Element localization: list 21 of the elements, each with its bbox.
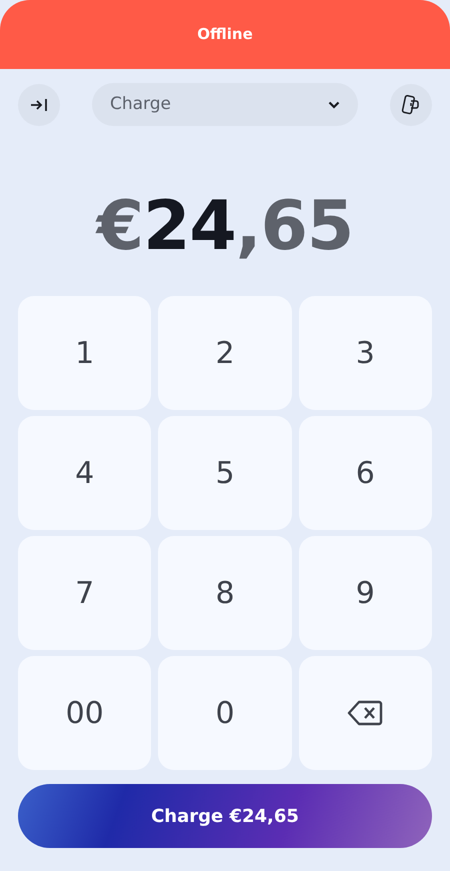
amount-display: €24,65	[94, 186, 354, 268]
offline-banner: Offline	[0, 0, 450, 69]
keypad-key[interactable]: 2	[158, 296, 292, 410]
backspace-icon	[347, 700, 384, 726]
phone-card-icon	[401, 94, 421, 116]
devices-button[interactable]	[390, 84, 432, 126]
chevron-down-icon	[328, 100, 340, 108]
keypad-key[interactable]: 8	[158, 536, 292, 650]
keypad-key[interactable]: 6	[298, 416, 432, 530]
keypad-key[interactable]: 1	[18, 296, 152, 410]
keypad-key[interactable]: 3	[298, 296, 432, 410]
mode-select[interactable]: Charge	[92, 83, 358, 126]
keypad-key[interactable]: 7	[18, 536, 152, 650]
keypad-key[interactable]: 5	[158, 416, 292, 530]
keypad-key[interactable]: 4	[18, 416, 152, 530]
arrow-to-bar-icon	[30, 98, 48, 112]
charge-button[interactable]: Charge €24,65	[18, 784, 432, 848]
keypad-key[interactable]: 9	[298, 536, 432, 650]
keypad-key[interactable]: 00	[18, 656, 152, 770]
collapse-button[interactable]	[18, 84, 60, 126]
keypad-key[interactable]: 0	[158, 656, 292, 770]
